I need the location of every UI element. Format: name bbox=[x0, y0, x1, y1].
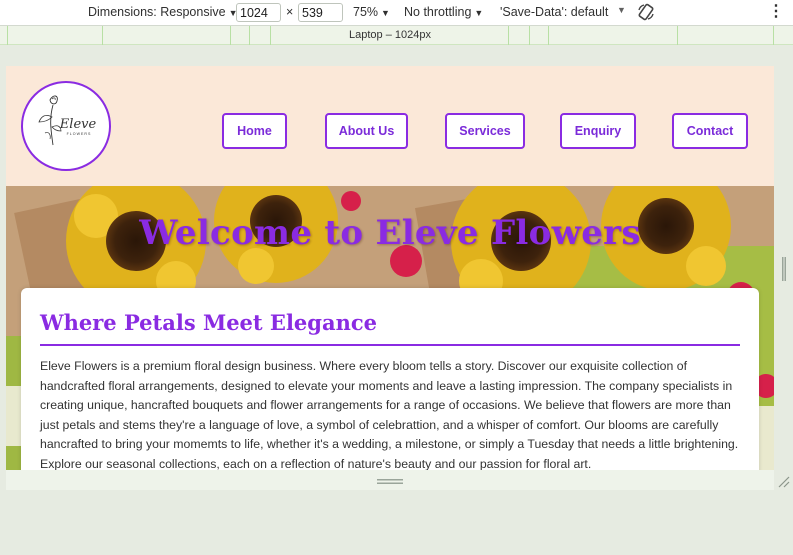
title-divider bbox=[40, 344, 740, 346]
throttling-dropdown[interactable]: No throttling ▼ bbox=[404, 5, 483, 19]
chevron-down-icon: ▼ bbox=[474, 8, 484, 18]
zoom-dropdown[interactable]: 75% ▼ bbox=[353, 5, 390, 19]
logo-name: Eleve bbox=[59, 117, 97, 132]
zoom-label: 75% bbox=[353, 5, 379, 19]
times-sign: × bbox=[286, 5, 294, 19]
dimensions-label: Dimensions: Responsive bbox=[88, 5, 226, 19]
save-data-label: 'Save-Data': default bbox=[500, 5, 609, 19]
width-input[interactable] bbox=[236, 3, 281, 22]
nav-about-us[interactable]: About Us bbox=[325, 113, 408, 149]
dimensions-dropdown[interactable]: Dimensions: Responsive ▼ bbox=[88, 5, 237, 19]
chevron-down-icon: ▼ bbox=[381, 8, 390, 18]
bottom-resize-handle[interactable] bbox=[377, 478, 403, 485]
right-resize-handle[interactable] bbox=[782, 257, 786, 281]
site-logo[interactable]: Eleve FLOWERS bbox=[21, 81, 111, 171]
rotate-icon[interactable] bbox=[637, 3, 655, 21]
site-header: Eleve FLOWERS Home About Us Services Enq… bbox=[6, 66, 774, 186]
hero-title: Welcome to Eleve Flowers bbox=[139, 213, 641, 253]
nav-contact[interactable]: Contact bbox=[672, 113, 748, 149]
intro-card: Where Petals Meet Elegance Eleve Flowers… bbox=[21, 288, 759, 470]
nav-enquiry[interactable]: Enquiry bbox=[560, 113, 636, 149]
media-query-bar[interactable]: Laptop – 1024px bbox=[0, 26, 793, 45]
section-body: Eleve Flowers is a premium floral design… bbox=[40, 359, 739, 470]
logo-sub: FLOWERS bbox=[67, 132, 92, 136]
device-label: Laptop – 1024px bbox=[349, 29, 431, 41]
chevron-down-icon[interactable]: ▼ bbox=[617, 5, 626, 15]
throttling-label: No throttling bbox=[404, 5, 472, 19]
device-toolbar: Dimensions: Responsive▼ × 75%▼ No thrott… bbox=[0, 0, 793, 26]
rose-icon: Eleve FLOWERS bbox=[38, 95, 97, 146]
nav-home[interactable]: Home bbox=[222, 113, 287, 149]
section-title: Where Petals Meet Elegance bbox=[40, 310, 377, 335]
corner-resize-handle[interactable] bbox=[778, 476, 790, 488]
save-data-dropdown[interactable]: 'Save-Data': default bbox=[500, 5, 608, 19]
page-viewport: Eleve FLOWERS Home About Us Services Enq… bbox=[6, 66, 774, 470]
more-options-icon[interactable]: ⋮ bbox=[768, 3, 784, 21]
nav-services[interactable]: Services bbox=[445, 113, 525, 149]
height-input[interactable] bbox=[298, 3, 343, 22]
